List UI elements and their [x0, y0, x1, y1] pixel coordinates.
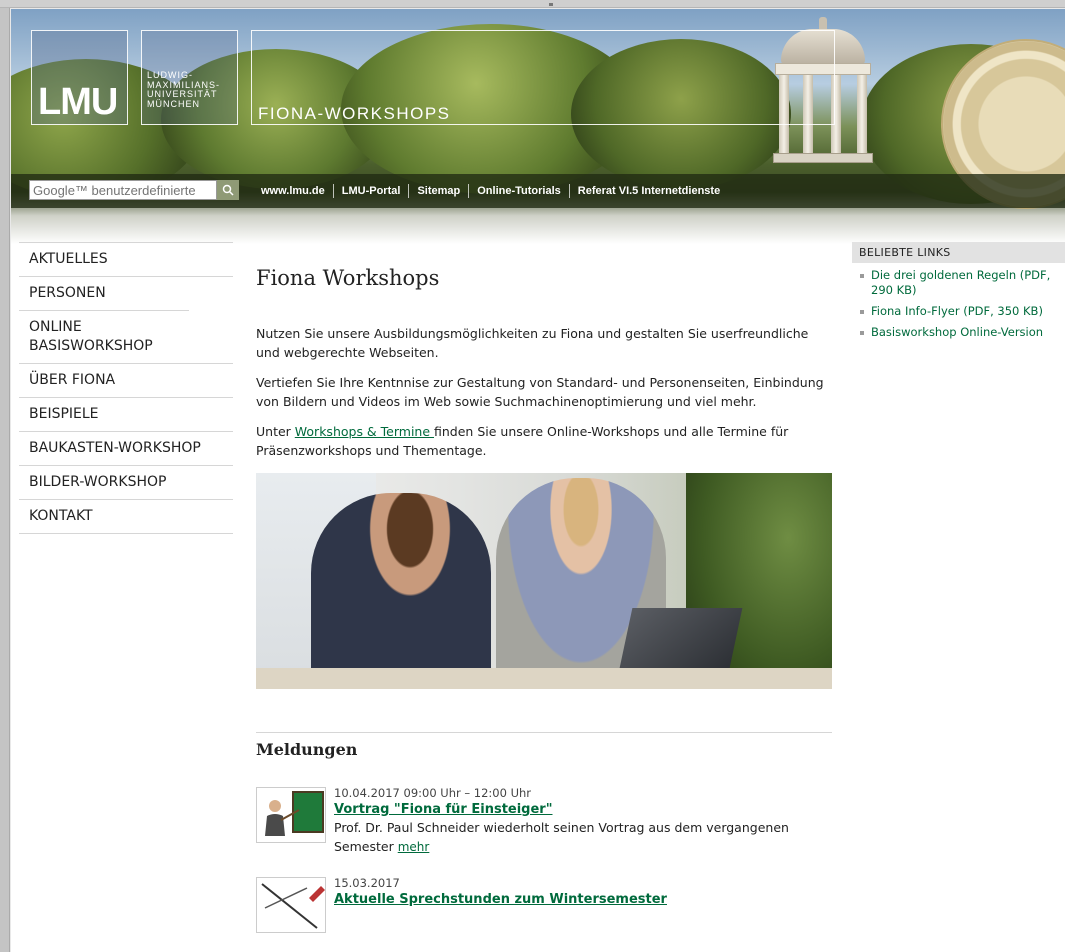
nav-link-online-tutorials[interactable]: Online-Tutorials [468, 184, 569, 198]
intro-paragraph: Unter Workshops & Termine finden Sie uns… [256, 424, 789, 458]
news-headline[interactable]: Vortrag "Fiona für Einsteiger" [334, 801, 832, 818]
main-content: Fiona Workshops Nutzen Sie unsere Ausbil… [256, 259, 832, 936]
link-info-flyer[interactable]: Fiona Info-Flyer (PDF, 350 KB) [871, 304, 1043, 318]
office-hours-thumbnail-icon[interactable] [256, 877, 326, 933]
link-goldene-regeln[interactable]: Die drei goldenen Regeln (PDF, 290 KB) [871, 268, 1050, 297]
nav-link-lmu-de[interactable]: www.lmu.de [253, 184, 333, 198]
sidebar-item-baukasten-workshop[interactable]: BAUKASTEN-WORKSHOP [19, 431, 233, 465]
browser-left-edge [0, 8, 10, 952]
news-item: 15.03.2017 Aktuelle Sprechstunden zum Wi… [256, 876, 832, 936]
news-date: 10.04.2017 09:00 Uhr – 12:00 Uhr [334, 786, 532, 800]
workshop-photo [256, 473, 832, 689]
link-basisworkshop-online[interactable]: Basisworkshop Online-Version [871, 325, 1043, 339]
search-input[interactable] [29, 180, 217, 200]
browser-top-edge [0, 0, 1065, 8]
news-headline[interactable]: Aktuelle Sprechstunden zum Wintersemeste… [334, 891, 832, 908]
sidebar-item-kontakt[interactable]: KONTAKT [19, 499, 233, 534]
news-more-link[interactable]: mehr [398, 840, 430, 854]
sidebar-item-bilder-workshop[interactable]: BILDER-WORKSHOP [19, 465, 233, 499]
university-name-box: LUDWIG- MAXIMILIANS- UNIVERSITÄT MÜNCHEN [141, 30, 238, 125]
news-item: 10.04.2017 09:00 Uhr – 12:00 Uhr Vortrag… [256, 786, 832, 857]
sidebar-item-online-basisworkshop[interactable]: ONLINE BASISWORKSHOP [19, 310, 189, 363]
nav-link-lmu-portal[interactable]: LMU-Portal [332, 184, 409, 198]
sidebar-item-ueber-fiona[interactable]: ÜBER FIONA [19, 363, 233, 397]
list-item: Die drei goldenen Regeln (PDF, 290 KB) [859, 268, 1065, 298]
lmu-logo[interactable]: LMU [31, 30, 128, 125]
lmu-logo-text: LMU [38, 81, 118, 123]
sidebar-nav: AKTUELLES PERSONEN ONLINE BASISWORKSHOP … [19, 242, 233, 534]
top-nav-links: www.lmu.de LMU-Portal Sitemap Online-Tut… [253, 184, 728, 198]
sidebar-item-aktuelles[interactable]: AKTUELLES [19, 242, 233, 276]
intro-paragraph: Vertiefen Sie Ihre Kentnnise zur Gestalt… [256, 375, 824, 409]
popular-links-heading: BELIEBTE LINKS [852, 242, 1065, 263]
section-divider [256, 732, 832, 733]
search-button[interactable] [217, 180, 239, 200]
popular-links-list: Die drei goldenen Regeln (PDF, 290 KB) F… [852, 263, 1065, 340]
site-title-box: FIONA-WORKSHOPS [251, 30, 835, 125]
search-icon [222, 184, 234, 196]
search-box [29, 180, 239, 200]
popular-links-box: BELIEBTE LINKS Die drei goldenen Regeln … [852, 242, 1065, 346]
page-title: Fiona Workshops [256, 266, 440, 290]
news-description: Prof. Dr. Paul Schneider wiederholt sein… [334, 820, 789, 854]
nav-link-sitemap[interactable]: Sitemap [408, 184, 468, 198]
workshops-termine-link[interactable]: Workshops & Termine [295, 424, 434, 439]
nav-link-referat[interactable]: Referat VI.5 Internetdienste [568, 184, 728, 198]
list-item: Fiona Info-Flyer (PDF, 350 KB) [859, 304, 1065, 319]
top-navbar: www.lmu.de LMU-Portal Sitemap Online-Tut… [11, 174, 1065, 208]
university-name: LUDWIG- MAXIMILIANS- UNIVERSITÄT MÜNCHEN [147, 70, 221, 109]
sidebar-item-beispiele[interactable]: BEISPIELE [19, 397, 233, 431]
intro-paragraph: Nutzen Sie unsere Ausbildungsmöglichkeit… [256, 326, 809, 360]
list-item: Basisworkshop Online-Version [859, 325, 1065, 340]
web-page: LMU LUDWIG- MAXIMILIANS- UNIVERSITÄT MÜN… [11, 9, 1065, 952]
resize-notch-icon [549, 3, 553, 6]
site-header: LMU LUDWIG- MAXIMILIANS- UNIVERSITÄT MÜN… [11, 9, 1065, 244]
news-section-title: Meldungen [256, 740, 358, 759]
lecture-thumbnail-icon[interactable] [256, 787, 326, 843]
sidebar-item-personen[interactable]: PERSONEN [19, 276, 233, 310]
site-title[interactable]: FIONA-WORKSHOPS [258, 104, 451, 124]
news-date: 15.03.2017 [334, 876, 400, 890]
